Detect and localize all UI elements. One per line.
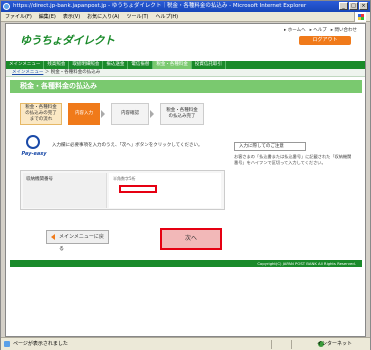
top-links: ▸ ホームへ ▸ ヘルプ ▸ 問い合わせ	[284, 27, 357, 33]
step-input-text: 内容入力	[75, 110, 93, 116]
nav-item-tax-payment[interactable]: 税金・各種料金	[153, 61, 192, 69]
back-to-menu-button[interactable]: メインメニューに戻る	[46, 230, 109, 252]
minimize-button[interactable]: _	[339, 2, 348, 10]
menu-edit[interactable]: 編集(E)	[39, 13, 56, 20]
payeasy-label: Pay-easy	[21, 151, 47, 157]
progress-steps: 税金・各種料金 の払込みの完了 までの流れ 内容入力 内容確認 税金・各種料金 …	[20, 100, 220, 127]
logout-button[interactable]: ログアウト	[299, 36, 351, 45]
menu-favorites[interactable]: お気に入り(A)	[87, 13, 119, 20]
nav-item-transfer[interactable]: 振込送金	[103, 61, 129, 69]
step-input-current: 内容入力	[68, 102, 100, 125]
back-arrow-icon	[51, 234, 55, 240]
payeasy-icon	[26, 135, 40, 149]
step-arrow-icon	[101, 109, 105, 118]
step-confirm: 内容確認	[111, 102, 149, 125]
institution-number-cell: 半角数字5桁	[109, 173, 221, 208]
status-divider	[271, 340, 272, 349]
next-button[interactable]: 次へ	[160, 228, 222, 250]
close-button[interactable]: ×	[359, 2, 368, 10]
site-logo[interactable]: ゆうちょダイレクト	[20, 32, 115, 48]
breadcrumb-main-menu-link[interactable]: メインメニュー	[12, 70, 43, 75]
step-flow-label: 税金・各種料金 の払込みの完了 までの流れ	[20, 102, 62, 125]
status-divider	[291, 340, 292, 349]
status-bar: ページが表示されました インターネット	[1, 337, 370, 350]
menu-tools[interactable]: ツール(T)	[127, 13, 149, 20]
nav-item-main-menu[interactable]: メインメニュー	[6, 61, 45, 69]
menu-bar: ファイル(F) 編集(E) 表示(V) お気に入り(A) ツール(T) ヘルプ(…	[1, 12, 370, 22]
back-to-menu-label: メインメニューに戻る	[59, 234, 104, 252]
window-title: https://direct.jp-bank.japanpost.jp - ゆう…	[13, 3, 307, 9]
home-link[interactable]: ▸ ホームへ	[284, 27, 306, 33]
payeasy-logo: Pay-easy	[20, 135, 48, 165]
menu-view[interactable]: 表示(V)	[63, 13, 80, 20]
help-link[interactable]: ▸ ヘルプ	[310, 27, 327, 33]
windows-logo	[354, 12, 366, 22]
breadcrumb: メインメニュー ＞ 税金・各種料金の払込み	[6, 69, 365, 77]
footer-copyright: Copyright(C) JAPAN POST BANK All Rights …	[10, 260, 362, 267]
contact-link[interactable]: ▸ 問い合わせ	[331, 27, 357, 33]
nav-item-investment[interactable]: 投資信託取引	[192, 61, 226, 69]
page-title: 税金・各種料金の払込み	[10, 80, 362, 93]
menu-file[interactable]: ファイル(F)	[5, 13, 32, 20]
windows-flag-icon	[358, 14, 364, 20]
window-titlebar: https://direct.jp-bank.japanpost.jp - ゆう…	[1, 1, 370, 12]
input-hint: 半角数字5桁	[113, 176, 136, 181]
step-flow-text: 税金・各種料金 の払込みの完了 までの流れ	[25, 104, 57, 122]
step-complete: 税金・各種料金 の払込み完了	[160, 102, 204, 125]
step-confirm-text: 内容確認	[121, 110, 139, 116]
ie-icon	[3, 3, 10, 10]
instruction-text: 入力欄に必要事項を入力のうえ、「次へ」ボタンをクリックしてください。	[52, 143, 203, 148]
note-title: 入力に際してのご注意	[234, 142, 306, 151]
nav-item-balance[interactable]: 残高照会	[44, 61, 70, 69]
payment-form: 収納機関番号 半角数字5桁	[20, 170, 225, 210]
security-zone: インターネット	[316, 341, 352, 347]
step-arrow-icon	[150, 109, 154, 118]
status-text: ページが表示されました	[13, 341, 68, 347]
nav-item-wire[interactable]: 電信振替	[128, 61, 154, 69]
page-content: ゆうちょダイレクト ▸ ホームへ ▸ ヘルプ ▸ 問い合わせ ログアウト メイン…	[5, 23, 366, 337]
nav-item-history[interactable]: 取扱明細照会	[69, 61, 104, 69]
main-nav: メインメニュー 残高照会 取扱明細照会 振込送金 電信振替 税金・各種料金 投資…	[6, 61, 365, 69]
breadcrumb-current: ＞ 税金・各種料金の払込み	[43, 70, 101, 75]
menu-help[interactable]: ヘルプ(H)	[155, 13, 178, 20]
institution-number-label: 収納機関番号	[23, 173, 107, 208]
browser-window: https://direct.jp-bank.japanpost.jp - ゆう…	[0, 0, 371, 350]
page-icon	[4, 341, 10, 347]
institution-number-input[interactable]	[119, 185, 157, 193]
maximize-button[interactable]: □	[349, 2, 358, 10]
note-text: お客さまの「払込書または払込番号」に記載された「収納機関番号」をハイフンで区切っ…	[234, 154, 352, 165]
step-complete-text: 税金・各種料金 の払込み完了	[166, 107, 198, 119]
